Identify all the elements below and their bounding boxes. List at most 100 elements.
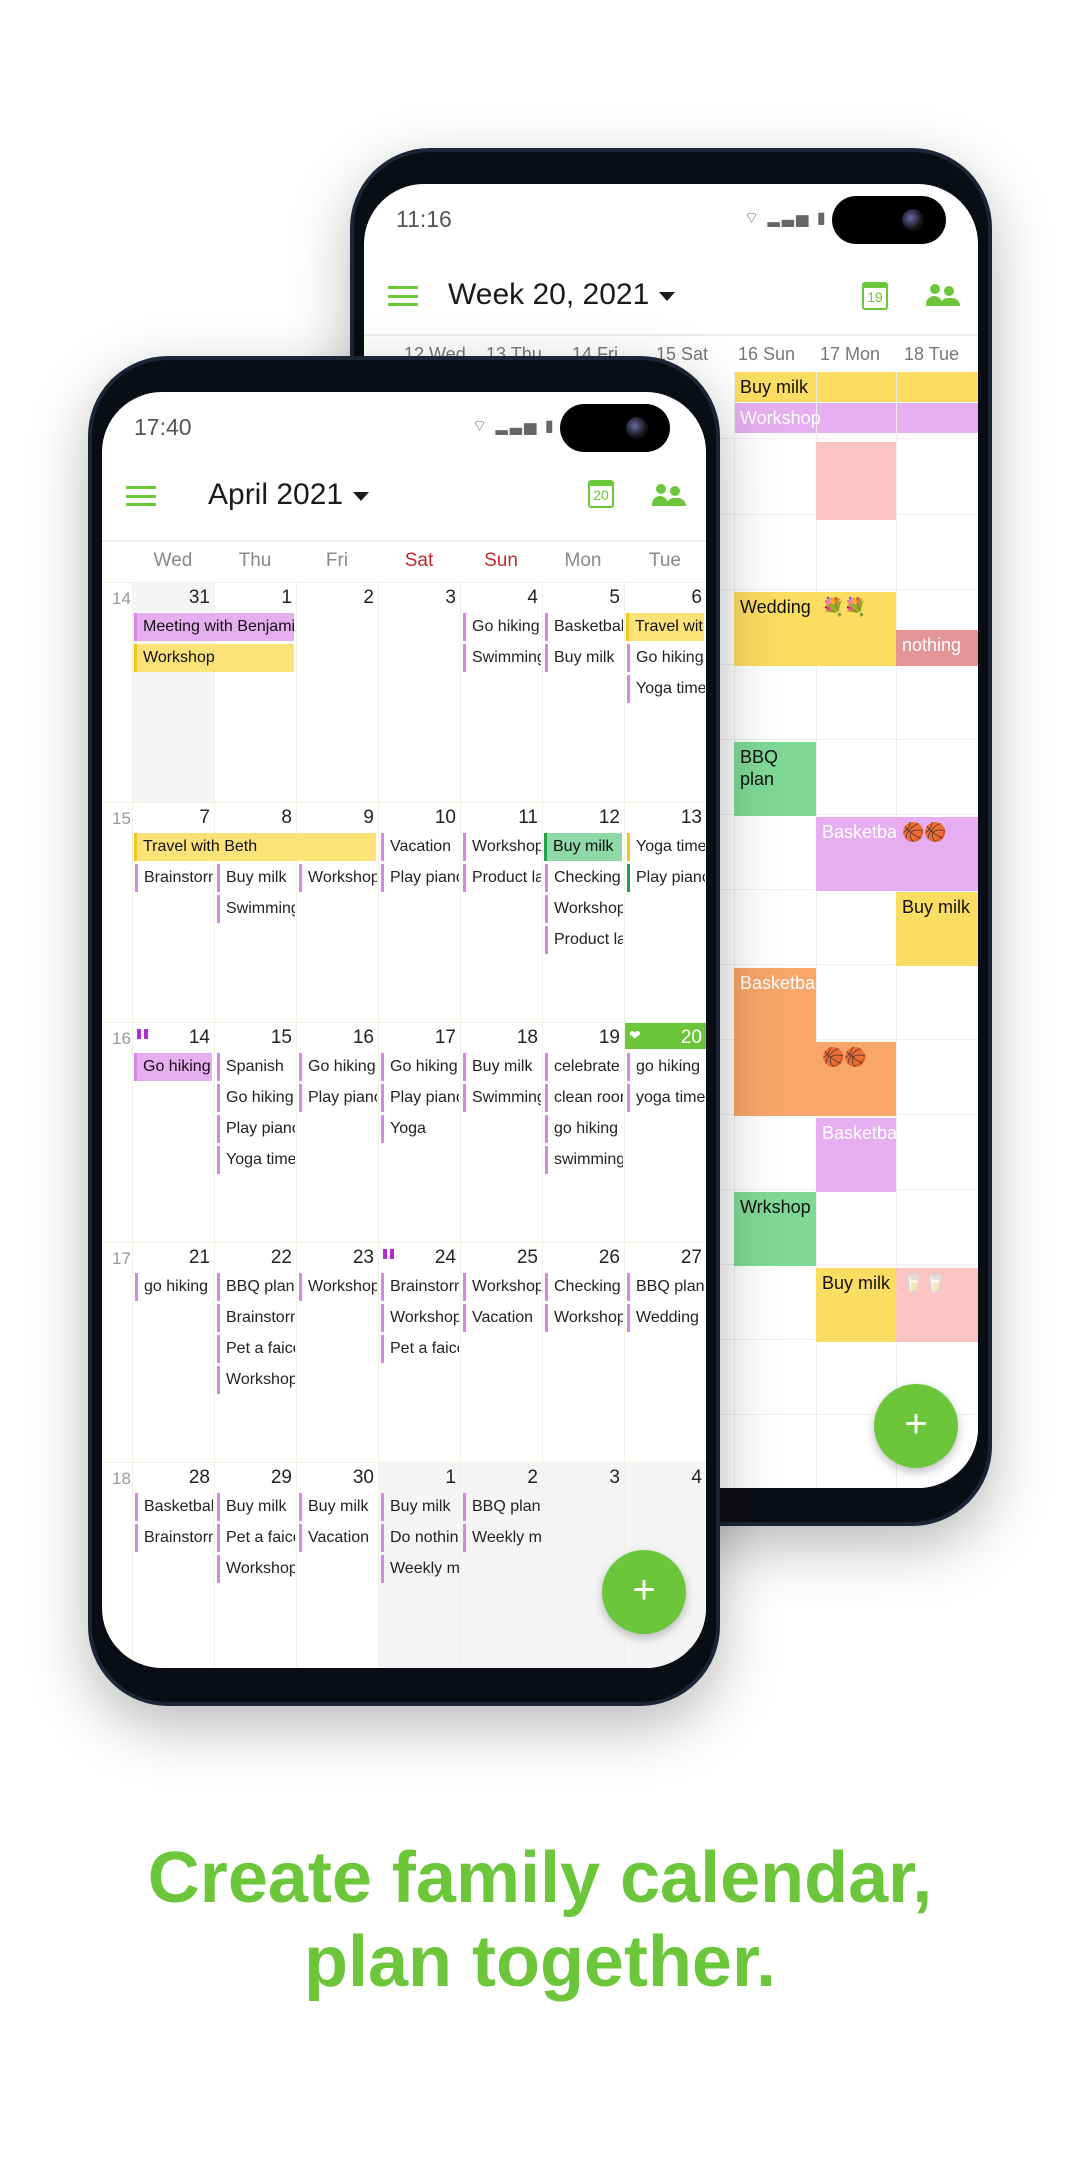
day-cell[interactable]: 2 BBQ plan Weekly meeting (460, 1463, 542, 1668)
day-cell[interactable]: 5 Basketball Buy milk (542, 583, 624, 803)
multi-day-event[interactable]: Travel with Beth (134, 833, 376, 861)
day-header[interactable]: 18 Tue (904, 344, 959, 365)
day-cell[interactable]: 27 BBQ plan Wedding (624, 1243, 706, 1463)
event-chip[interactable]: Product launch (463, 864, 541, 892)
event-chip[interactable]: Go hiking (463, 613, 541, 641)
event-block[interactable]: BBQ plan (734, 742, 816, 816)
event-block[interactable]: Wrkshop (734, 1192, 816, 1266)
event-block[interactable]: Wedding (734, 592, 816, 666)
event-chip[interactable]: Vacation (463, 1304, 541, 1332)
event-chip[interactable]: Yoga time (627, 833, 705, 861)
day-cell[interactable]: 29 Buy milk Pet a faicon Workshop (214, 1463, 296, 1668)
event-block[interactable]: 🏀🏀 (896, 817, 978, 891)
event-chip[interactable]: Vacation (381, 833, 459, 861)
event-chip[interactable]: Workshop (381, 1304, 459, 1332)
day-cell[interactable]: 3 (378, 583, 460, 803)
event-chip[interactable]: Go hiking (381, 1053, 459, 1081)
event-chip[interactable]: Buy milk (217, 1493, 295, 1521)
event-chip[interactable]: Wedding (627, 1304, 705, 1332)
day-cell[interactable]: 18 Buy milk Swimming (460, 1023, 542, 1243)
month-title-dropdown[interactable]: April 2021 (208, 478, 370, 512)
event-chip[interactable]: Play piano (627, 864, 705, 892)
event-chip[interactable]: clean room (545, 1084, 623, 1112)
add-event-button[interactable]: + (874, 1384, 958, 1468)
event-chip[interactable]: Pet a faicon (381, 1335, 459, 1363)
day-header[interactable]: 16 Sun (738, 344, 795, 365)
event-chip[interactable]: Workshop (299, 1273, 377, 1301)
day-cell[interactable]: 19 celebrate clean room go hiking swimming (542, 1023, 624, 1243)
event-chip[interactable]: BBQ plan (627, 1273, 705, 1301)
event-chip[interactable]: go hiking (545, 1115, 623, 1143)
event-block[interactable]: 🏀🏀 (816, 1042, 896, 1116)
event-block[interactable]: Basketball (816, 817, 896, 891)
add-event-button[interactable]: + (602, 1550, 686, 1634)
menu-icon[interactable] (126, 486, 156, 506)
event-block[interactable]: Basketball (734, 968, 816, 1116)
day-header[interactable]: 17 Mon (820, 344, 880, 365)
event-chip[interactable]: Workshop (545, 1304, 623, 1332)
multi-day-event[interactable]: Buy milk (544, 833, 622, 861)
today-calendar-icon[interactable]: 20 (588, 480, 614, 508)
event-block[interactable] (816, 442, 896, 520)
event-chip[interactable]: Pet a faicon (217, 1524, 295, 1552)
event-chip[interactable]: Spanish (217, 1053, 295, 1081)
event-chip[interactable]: Play piano (381, 1084, 459, 1112)
allday-event[interactable]: Workshop (734, 403, 978, 433)
event-chip[interactable]: Brainstorming (217, 1304, 295, 1332)
event-block[interactable]: nothing (896, 630, 978, 666)
event-chip[interactable]: Basketball (135, 1493, 213, 1521)
day-cell[interactable]: 4 Go hiking Swimming (460, 583, 542, 803)
day-cell[interactable]: 30 Buy milk Vacation (296, 1463, 378, 1668)
event-chip[interactable]: Workshop (463, 1273, 541, 1301)
event-chip[interactable]: BBQ plan (463, 1493, 541, 1521)
event-chip[interactable]: Buy milk (217, 864, 295, 892)
event-chip[interactable]: Swimming (463, 644, 541, 672)
day-cell[interactable]: 10 Vacation Play piano (378, 803, 460, 1023)
day-cell[interactable]: 26 Checking Workshop (542, 1243, 624, 1463)
event-chip[interactable]: Yoga (381, 1115, 459, 1143)
event-chip[interactable]: yoga time (627, 1084, 705, 1112)
family-members-icon[interactable] (652, 484, 686, 510)
event-chip[interactable]: Weekly meeting (463, 1524, 541, 1552)
event-chip[interactable]: Workshop (545, 895, 623, 923)
event-chip[interactable]: Brainstorming (381, 1273, 459, 1301)
day-cell[interactable]: 28 Basketball Brainstorming (132, 1463, 214, 1668)
day-cell[interactable]: 13 Yoga time Play piano (624, 803, 706, 1023)
event-block[interactable]: Buy milk (896, 892, 978, 966)
event-block[interactable]: Basketball (816, 1118, 896, 1192)
event-chip[interactable]: go hiking (627, 1053, 705, 1081)
event-chip[interactable]: Buy milk (381, 1493, 459, 1521)
day-cell[interactable]: 21 go hiking (132, 1243, 214, 1463)
day-cell[interactable]: 2 (296, 583, 378, 803)
event-chip[interactable]: Checking (545, 864, 623, 892)
event-chip[interactable]: Product launch (545, 926, 623, 954)
event-chip[interactable]: Do nothing (381, 1524, 459, 1552)
event-chip[interactable]: Workshop (299, 864, 377, 892)
day-cell[interactable]: 24 Brainstorming Workshop Pet a faicon (378, 1243, 460, 1463)
event-chip[interactable]: Yoga time (627, 675, 705, 703)
day-cell[interactable]: 15 Spanish Go hiking Play piano Yoga time (214, 1023, 296, 1243)
event-chip[interactable]: Yoga time (217, 1146, 295, 1174)
event-chip[interactable]: Workshop (217, 1555, 295, 1583)
event-chip[interactable]: Buy milk (299, 1493, 377, 1521)
event-chip[interactable]: Play piano (217, 1115, 295, 1143)
event-chip[interactable]: Weekly meeting (381, 1555, 459, 1583)
event-chip[interactable]: Workshop (217, 1366, 295, 1394)
event-chip[interactable]: Workshop (463, 833, 541, 861)
day-cell[interactable]: 17 Go hiking Play piano Yoga (378, 1023, 460, 1243)
event-block[interactable]: 💐💐 (816, 592, 896, 666)
event-chip[interactable]: Checking (545, 1273, 623, 1301)
day-cell[interactable]: 25 Workshop Vacation (460, 1243, 542, 1463)
event-chip[interactable]: Brainstorming (135, 1524, 213, 1552)
menu-icon[interactable] (388, 286, 418, 306)
event-block[interactable]: Buy milk (816, 1268, 896, 1342)
event-chip[interactable]: Go hiking (299, 1053, 377, 1081)
week-title-dropdown[interactable]: Week 20, 2021 (448, 278, 676, 312)
day-cell[interactable]: 23 Workshop (296, 1243, 378, 1463)
day-cell[interactable]: 1 Buy milk Do nothing Weekly meeting (378, 1463, 460, 1668)
event-chip[interactable]: Go hiking (217, 1084, 295, 1112)
day-cell[interactable]: 11 Workshop Product launch (460, 803, 542, 1023)
event-chip[interactable]: Play piano (381, 864, 459, 892)
event-chip[interactable]: Brainstorming (135, 864, 213, 892)
family-members-icon[interactable] (926, 284, 960, 310)
